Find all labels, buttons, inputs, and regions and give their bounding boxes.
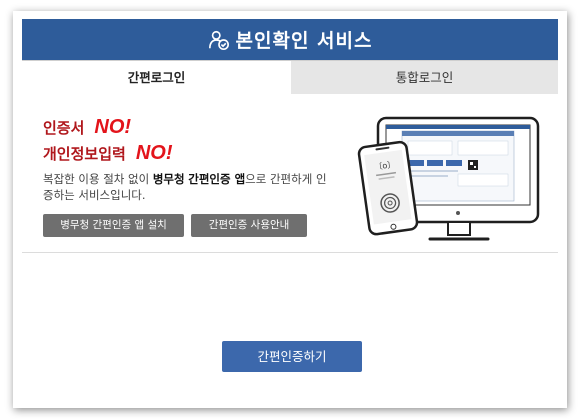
no-certificate-line: 인증서 NO! [43, 116, 131, 139]
install-app-button[interactable]: 병무청 간편인증 앱 설치 [43, 214, 184, 237]
no-badge: NO! [94, 116, 132, 138]
login-tabs: 간편로그인 통합로그인 [22, 60, 558, 95]
tab-simple-login[interactable]: 간편로그인 [22, 60, 292, 94]
no-badge: NO! [135, 142, 173, 164]
simple-auth-button[interactable]: 간편인증하기 [222, 341, 362, 372]
tab-panel-simple-login: 인증서 NO! 개인정보입력 NO! 복잡한 이용 절차 없이 병무청 간편인증… [22, 94, 558, 400]
usage-guide-button[interactable]: 간편인증 사용안내 [191, 214, 307, 237]
header-bar: 본인확인 서비스 [22, 19, 558, 60]
description-bold-app: 간편인증 앱 [188, 172, 246, 186]
phone-monitor-illustration: 〔o〕 [357, 116, 540, 241]
tab-integrated-login[interactable]: 통합로그인 [291, 60, 558, 95]
description-bold-agency: 병무청 [152, 172, 185, 186]
no-personal-info-line: 개인정보입력 NO! [43, 142, 172, 165]
personal-info-label: 개인정보입력 [43, 145, 126, 163]
user-check-icon [208, 30, 229, 50]
section-divider [22, 252, 558, 253]
service-description: 복잡한 이용 절차 없이 병무청 간편인증 앱으로 간편하게 인증하는 서비스입… [43, 172, 327, 202]
page-title: 본인확인 서비스 [235, 30, 373, 52]
certificate-label: 인증서 [43, 119, 85, 137]
